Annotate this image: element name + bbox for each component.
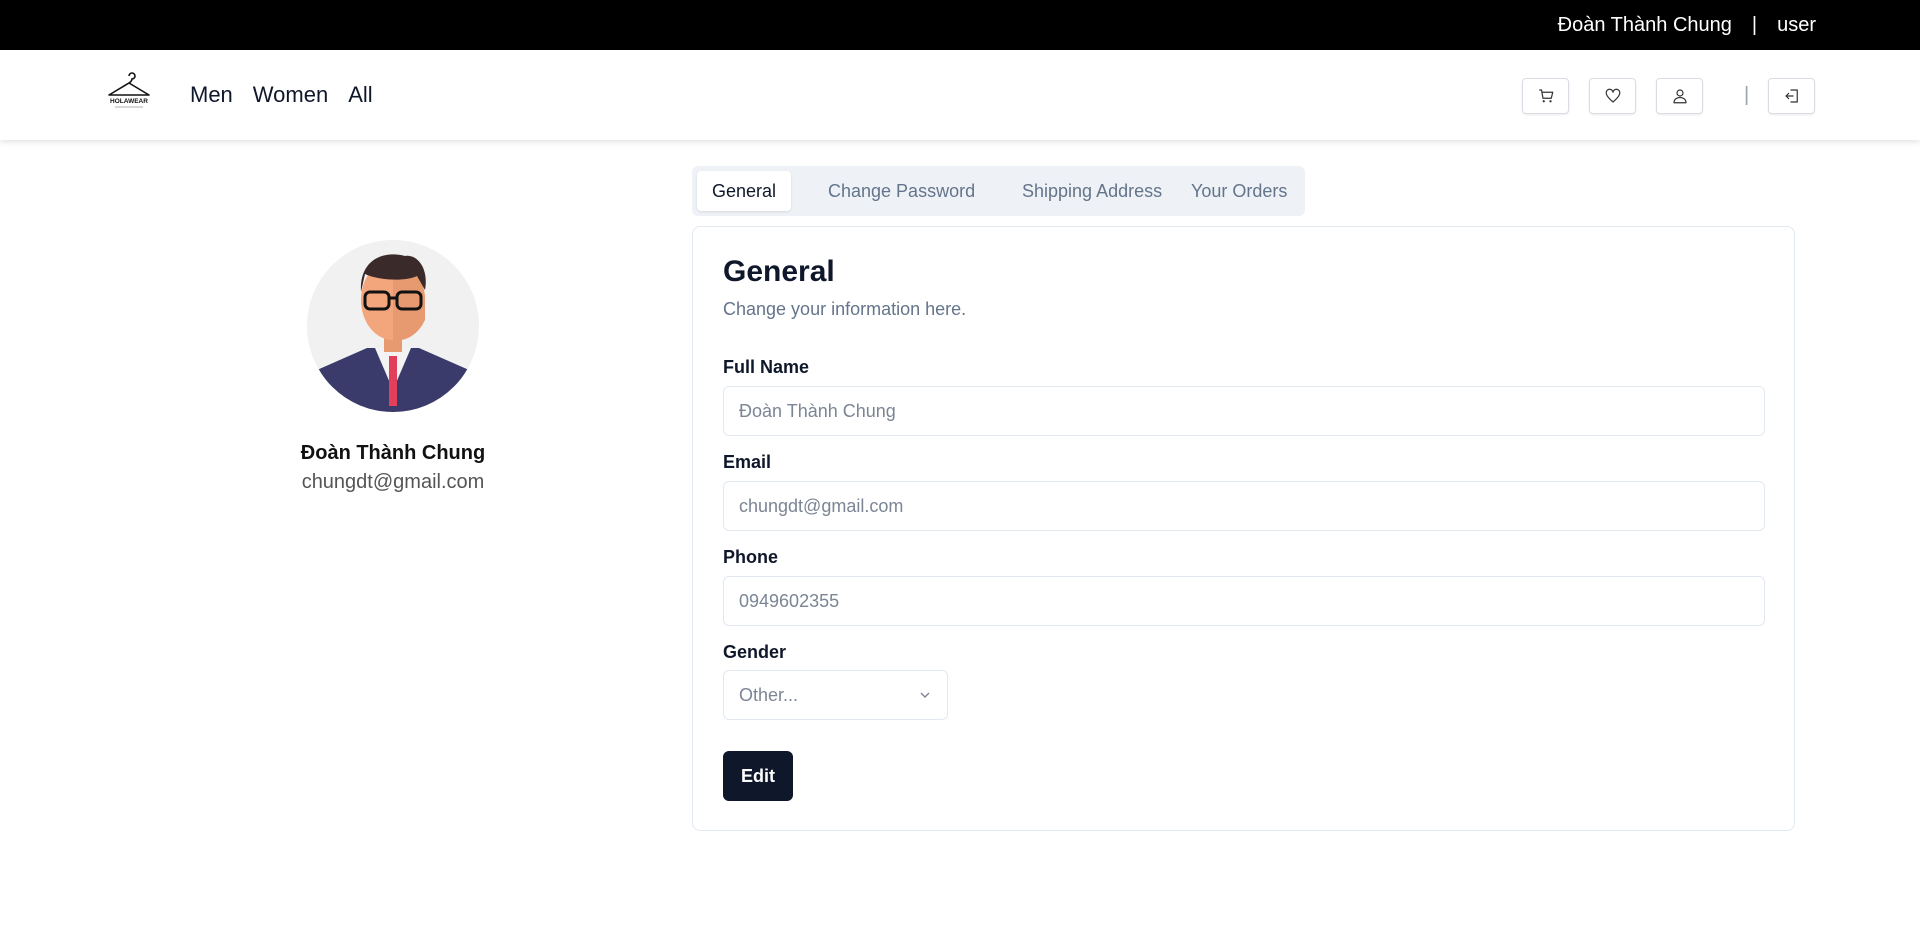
tab-general[interactable]: General (697, 171, 792, 211)
email-label: Email (723, 452, 772, 472)
full-name-input[interactable] (723, 386, 1765, 436)
chevron-down-icon (920, 692, 930, 698)
avatar-image (307, 240, 479, 412)
top-bar: Đoàn Thành Chung | user (0, 0, 1920, 50)
settings-tabs: General Change Password Shipping Address… (692, 166, 1305, 216)
account-button[interactable] (1656, 78, 1703, 114)
form-description: Change your information here. (723, 299, 967, 319)
nav-links: Men Women All (190, 50, 373, 140)
topbar-role[interactable]: user (1777, 14, 1816, 37)
cart-button[interactable] (1522, 78, 1569, 114)
avatar (307, 240, 479, 412)
form-title: General (723, 255, 835, 288)
profile-name: Đoàn Thành Chung (300, 442, 486, 464)
edit-button[interactable]: Edit (723, 751, 793, 801)
user-icon (1672, 89, 1687, 104)
topbar-user-name[interactable]: Đoàn Thành Chung (1558, 14, 1732, 37)
nav-link-all[interactable]: All (348, 82, 372, 108)
full-name-label: Full Name (723, 357, 810, 377)
wishlist-button[interactable] (1589, 78, 1636, 114)
heart-icon (1605, 88, 1620, 103)
nav-link-women[interactable]: Women (253, 82, 328, 108)
profile-card: Đoàn Thành Chung chungdt@gmail.com (300, 240, 486, 494)
gender-label: Gender (723, 642, 787, 662)
holawear-logo[interactable]: HOLAWEAR (106, 72, 152, 112)
topbar-separator: | (1751, 13, 1758, 36)
phone-label: Phone (723, 547, 779, 567)
gender-select[interactable]: Other... (723, 670, 948, 720)
main-navbar: HOLAWEAR Men Women All | (0, 50, 1920, 140)
navbar-separator: | (1744, 84, 1750, 106)
general-form-card: General Change your information here. Fu… (692, 226, 1795, 831)
phone-input[interactable] (723, 576, 1765, 626)
gender-select-value: Other... (739, 684, 799, 705)
logout-button[interactable] (1768, 78, 1815, 114)
profile-email: chungdt@gmail.com (301, 471, 485, 493)
tab-your-orders[interactable]: Your Orders (1191, 171, 1287, 211)
cart-icon (1538, 89, 1553, 103)
nav-link-men[interactable]: Men (190, 82, 233, 108)
tab-change-password[interactable]: Change Password (828, 171, 975, 211)
tab-shipping-address[interactable]: Shipping Address (1022, 171, 1162, 211)
topbar-user-area: Đoàn Thành Chung | user (1558, 0, 1816, 50)
email-input[interactable] (723, 481, 1765, 531)
hanger-logo-icon: HOLAWEAR (108, 72, 150, 108)
logout-icon (1784, 89, 1798, 103)
svg-text:HOLAWEAR: HOLAWEAR (110, 98, 148, 105)
